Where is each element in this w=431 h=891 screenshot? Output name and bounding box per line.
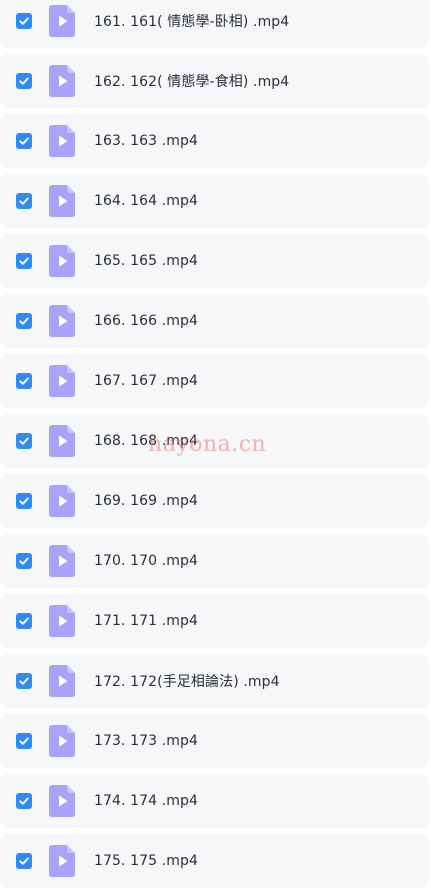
checkbox-checked-icon[interactable] bbox=[16, 253, 32, 269]
file-row[interactable]: 172. 172(手足相論法) .mp4 bbox=[0, 654, 429, 708]
checkbox-checked-icon[interactable] bbox=[16, 193, 32, 209]
file-name[interactable]: 165. 165 .mp4 bbox=[94, 253, 198, 269]
file-name[interactable]: 171. 171 .mp4 bbox=[94, 613, 198, 629]
checkbox-checked-icon[interactable] bbox=[16, 13, 32, 29]
video-file-icon bbox=[49, 365, 75, 397]
video-file-icon bbox=[49, 605, 75, 637]
file-name[interactable]: 167. 167 .mp4 bbox=[94, 373, 198, 389]
video-file-icon bbox=[49, 545, 75, 577]
checkbox-checked-icon[interactable] bbox=[16, 673, 32, 689]
file-row[interactable]: 169. 169 .mp4 bbox=[0, 474, 429, 528]
file-list: 161. 161( 情態學-卧相) .mp4 162. 162( 情態學-食相) … bbox=[0, 0, 431, 891]
checkbox-checked-icon[interactable] bbox=[16, 313, 32, 329]
file-name[interactable]: 161. 161( 情態學-卧相) .mp4 bbox=[94, 11, 289, 31]
checkbox-checked-icon[interactable] bbox=[16, 133, 32, 149]
file-row[interactable]: 174. 174 .mp4 bbox=[0, 774, 429, 828]
file-row[interactable]: 165. 165 .mp4 bbox=[0, 234, 429, 288]
file-row[interactable]: 171. 171 .mp4 bbox=[0, 594, 429, 648]
checkbox-checked-icon[interactable] bbox=[16, 793, 32, 809]
file-row[interactable]: 163. 163 .mp4 bbox=[0, 114, 429, 168]
file-row[interactable]: 161. 161( 情態學-卧相) .mp4 bbox=[0, 0, 429, 48]
file-name[interactable]: 169. 169 .mp4 bbox=[94, 493, 198, 509]
checkbox-checked-icon[interactable] bbox=[16, 553, 32, 569]
file-row[interactable]: 175. 175 .mp4 bbox=[0, 834, 429, 888]
file-name[interactable]: 164. 164 .mp4 bbox=[94, 193, 198, 209]
video-file-icon bbox=[49, 485, 75, 517]
file-row[interactable]: 170. 170 .mp4 bbox=[0, 534, 429, 588]
file-name[interactable]: 170. 170 .mp4 bbox=[94, 553, 198, 569]
checkbox-checked-icon[interactable] bbox=[16, 493, 32, 509]
checkbox-checked-icon[interactable] bbox=[16, 853, 32, 869]
file-row[interactable]: 173. 173 .mp4 bbox=[0, 714, 429, 768]
file-row[interactable]: 166. 166 .mp4 bbox=[0, 294, 429, 348]
video-file-icon bbox=[49, 5, 75, 37]
file-list-items: 161. 161( 情態學-卧相) .mp4 162. 162( 情態學-食相) … bbox=[0, 0, 431, 891]
checkbox-checked-icon[interactable] bbox=[16, 433, 32, 449]
file-row[interactable]: 162. 162( 情態學-食相) .mp4 bbox=[0, 54, 429, 108]
file-name[interactable]: 173. 173 .mp4 bbox=[94, 733, 198, 749]
file-row[interactable]: 168. 168 .mp4 bbox=[0, 414, 429, 468]
video-file-icon bbox=[49, 425, 75, 457]
file-name[interactable]: 172. 172(手足相論法) .mp4 bbox=[94, 671, 280, 691]
file-name[interactable]: 174. 174 .mp4 bbox=[94, 793, 198, 809]
video-file-icon bbox=[49, 65, 75, 97]
file-name[interactable]: 163. 163 .mp4 bbox=[94, 133, 198, 149]
video-file-icon bbox=[49, 185, 75, 217]
video-file-icon bbox=[49, 785, 75, 817]
checkbox-checked-icon[interactable] bbox=[16, 73, 32, 89]
checkbox-checked-icon[interactable] bbox=[16, 373, 32, 389]
file-name[interactable]: 168. 168 .mp4 bbox=[94, 433, 198, 449]
video-file-icon bbox=[49, 845, 75, 877]
video-file-icon bbox=[49, 245, 75, 277]
file-name[interactable]: 175. 175 .mp4 bbox=[94, 853, 198, 869]
video-file-icon bbox=[49, 125, 75, 157]
video-file-icon bbox=[49, 305, 75, 337]
file-row[interactable]: 167. 167 .mp4 bbox=[0, 354, 429, 408]
file-row[interactable]: 164. 164 .mp4 bbox=[0, 174, 429, 228]
checkbox-checked-icon[interactable] bbox=[16, 613, 32, 629]
checkbox-checked-icon[interactable] bbox=[16, 733, 32, 749]
video-file-icon bbox=[49, 665, 75, 697]
file-name[interactable]: 166. 166 .mp4 bbox=[94, 313, 198, 329]
file-name[interactable]: 162. 162( 情態學-食相) .mp4 bbox=[94, 71, 289, 91]
video-file-icon bbox=[49, 725, 75, 757]
